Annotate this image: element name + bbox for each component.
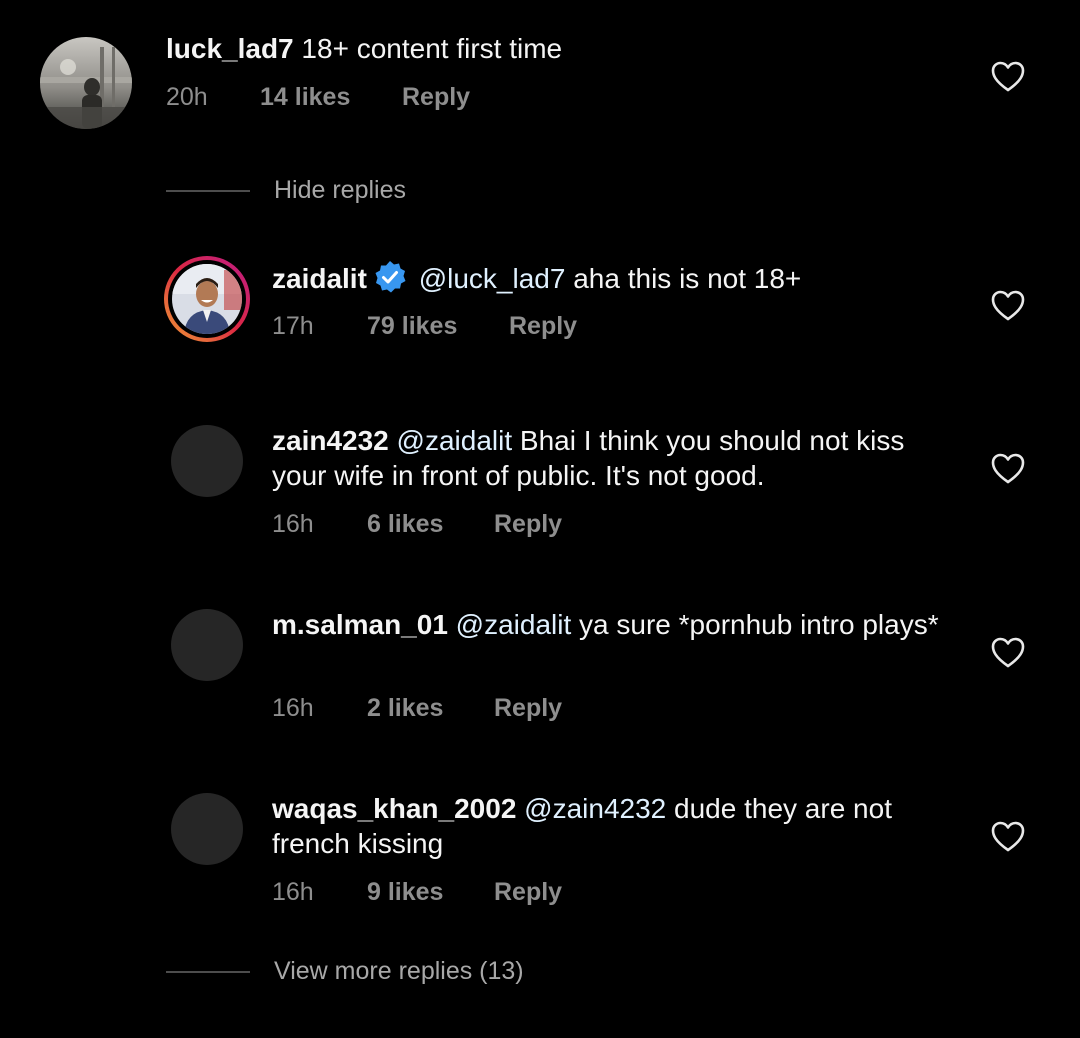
reply-button[interactable]: Reply [402, 83, 470, 112]
avatar[interactable] [171, 793, 243, 865]
reply-meta: 17h 79 likes Reply [272, 312, 577, 341]
reply-text: zain4232 @zaidalit Bhai I think you shou… [272, 423, 962, 493]
reply-username[interactable]: zaidalit [272, 263, 367, 294]
reply-text: zaidalit @luck_lad7 aha this is not 18+ [272, 260, 952, 296]
mention-link[interactable]: @zaidalit [397, 425, 513, 456]
hide-replies-label[interactable]: Hide replies [274, 176, 406, 205]
reply-time: 17h [272, 312, 314, 340]
avatar[interactable] [40, 37, 132, 129]
reply-button[interactable]: Reply [494, 878, 562, 907]
reply-username[interactable]: m.salman_01 [272, 609, 448, 640]
comment-text: luck_lad7 18+ content first time [166, 31, 946, 66]
reply-username[interactable]: zain4232 [272, 425, 389, 456]
divider-line [166, 970, 250, 973]
avatar[interactable] [171, 425, 243, 497]
hide-replies-button[interactable]: Hide replies [166, 176, 406, 205]
reply-likes[interactable]: 9 likes [367, 878, 494, 907]
reply-text: waqas_khan_2002 @zain4232 dude they are … [272, 791, 962, 861]
divider-line [166, 189, 250, 192]
heart-icon[interactable] [991, 821, 1025, 853]
reply-text: m.salman_01 @zaidalit ya sure *pornhub i… [272, 607, 962, 642]
reply-meta: 16h 9 likes Reply [272, 878, 562, 907]
reply-meta: 16h 2 likes Reply [272, 694, 562, 723]
avatar-photo [40, 37, 132, 129]
reply-time: 16h [272, 878, 314, 906]
reply-meta: 16h 6 likes Reply [272, 510, 562, 539]
reply-likes[interactable]: 2 likes [367, 694, 494, 723]
comment-likes[interactable]: 14 likes [260, 83, 402, 112]
view-more-replies-label[interactable]: View more replies (13) [274, 957, 524, 986]
view-more-replies-button[interactable]: View more replies (13) [166, 957, 524, 986]
comment-time: 20h [166, 83, 208, 111]
reply-body: ya sure *pornhub intro plays* [579, 609, 939, 640]
avatar-story-ring[interactable] [164, 256, 250, 342]
reply-time: 16h [272, 510, 314, 538]
mention-link[interactable]: @zain4232 [524, 793, 666, 824]
reply-button[interactable]: Reply [509, 312, 577, 341]
comment-meta: 20h 14 likes Reply [166, 83, 470, 112]
reply-time: 16h [272, 694, 314, 722]
heart-icon[interactable] [991, 290, 1025, 322]
verified-badge-icon [375, 261, 406, 293]
avatar[interactable] [171, 609, 243, 681]
mention-link[interactable]: @luck_lad7 [419, 263, 566, 294]
reply-likes[interactable]: 6 likes [367, 510, 494, 539]
mention-link[interactable]: @zaidalit [456, 609, 572, 640]
comment-username[interactable]: luck_lad7 [166, 33, 294, 64]
heart-icon[interactable] [991, 637, 1025, 669]
reply-button[interactable]: Reply [494, 510, 562, 539]
heart-icon[interactable] [991, 61, 1025, 93]
reply-body: aha this is not 18+ [573, 263, 802, 294]
reply-likes[interactable]: 79 likes [367, 312, 509, 341]
reply-button[interactable]: Reply [494, 694, 562, 723]
reply-username[interactable]: waqas_khan_2002 [272, 793, 516, 824]
comment-body: 18+ content first time [301, 33, 563, 64]
avatar [172, 264, 242, 334]
heart-icon[interactable] [991, 453, 1025, 485]
